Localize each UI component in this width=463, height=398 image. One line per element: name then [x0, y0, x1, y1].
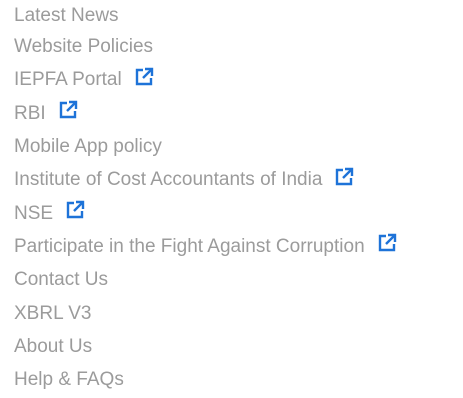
link-institute-of-cost-accountants[interactable]: Institute of Cost Accountants of India: [14, 167, 354, 191]
link-label: Latest News: [14, 4, 119, 26]
list-item-website-policies: Website Policies: [14, 30, 397, 63]
link-latest-news[interactable]: Latest News: [14, 6, 119, 25]
external-link-icon: [65, 200, 85, 220]
link-label: Participate in the Fight Against Corrupt…: [14, 235, 365, 257]
list-item-icai: Institute of Cost Accountants of India: [14, 163, 397, 196]
link-label: IEPFA Portal: [14, 69, 122, 91]
link-iepfa-portal[interactable]: IEPFA Portal: [14, 67, 154, 91]
link-label: RBI: [14, 102, 46, 124]
list-item-latest-news: Latest News: [14, 0, 397, 30]
link-rbi[interactable]: RBI: [14, 101, 78, 124]
link-label: Institute of Cost Accountants of India: [14, 169, 323, 191]
link-website-policies[interactable]: Website Policies: [14, 37, 153, 56]
list-item-about-us: About Us: [14, 330, 397, 363]
list-item-iepfa-portal: IEPFA Portal: [14, 63, 397, 96]
link-help-faqs[interactable]: Help & FAQs: [14, 370, 124, 389]
link-label: About Us: [14, 335, 93, 357]
link-label: Mobile App policy: [14, 136, 162, 158]
list-item-xbrl-v3: XBRL V3: [14, 296, 397, 329]
link-nse[interactable]: NSE: [14, 200, 85, 224]
external-link-icon: [134, 67, 154, 87]
link-label: NSE: [14, 202, 54, 224]
link-label: Contact Us: [14, 269, 108, 291]
link-contact-us[interactable]: Contact Us: [14, 270, 108, 289]
link-label: Website Policies: [14, 36, 154, 58]
external-link-icon: [377, 233, 397, 253]
link-label: XBRL V3: [14, 302, 92, 324]
list-item-mobile-app-policy: Mobile App policy: [14, 130, 397, 163]
list-item-help-faqs: Help & FAQs: [14, 363, 397, 396]
footer-links-list: Latest News Website Policies IEPFA Porta…: [14, 0, 397, 396]
external-link-icon: [58, 100, 78, 120]
external-link-icon: [334, 167, 354, 187]
list-item-fight-corruption: Participate in the Fight Against Corrupt…: [14, 230, 397, 263]
list-item-contact-us: Contact Us: [14, 263, 397, 296]
link-mobile-app-policy[interactable]: Mobile App policy: [14, 137, 162, 156]
link-about-us[interactable]: About Us: [14, 337, 92, 356]
link-xbrl-v3[interactable]: XBRL V3: [14, 304, 91, 323]
list-item-rbi: RBI: [14, 97, 397, 130]
link-participate-fight-against-corruption[interactable]: Participate in the Fight Against Corrupt…: [14, 234, 397, 257]
list-item-nse: NSE: [14, 196, 397, 229]
link-label: Help & FAQs: [14, 369, 124, 391]
